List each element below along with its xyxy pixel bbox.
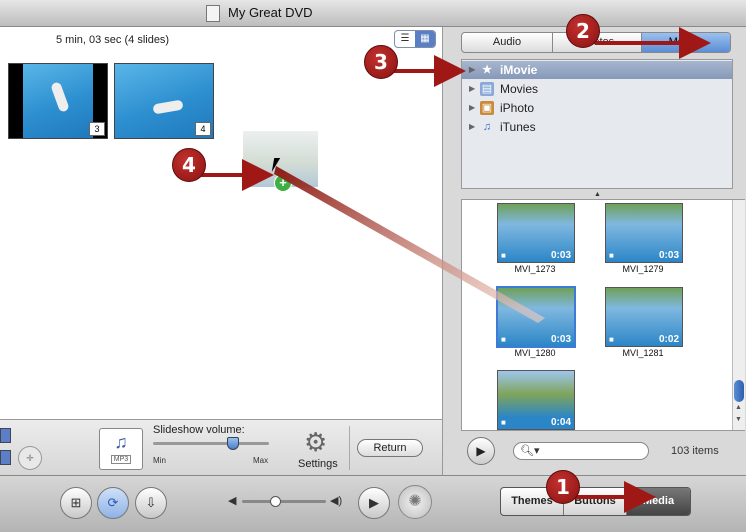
title-bar: My Great DVD (0, 0, 746, 27)
source-label: iTunes (500, 120, 536, 134)
callout-badge: 3 (364, 45, 398, 79)
disclosure-triangle-icon[interactable]: ▶ (469, 80, 475, 98)
play-preview-button[interactable]: ▶ (467, 437, 495, 465)
scroll-down-arrow-icon[interactable]: ▼ (735, 416, 742, 423)
pane-tabs[interactable]: Themes Buttons Media (500, 487, 691, 516)
star-icon: ★ (482, 64, 492, 76)
clip-name: MVI_1281 (622, 348, 664, 358)
menu-map-button[interactable]: ⊞ (60, 487, 92, 519)
movies-tab[interactable]: Movies (642, 33, 730, 52)
speaker-low-icon: ◀ (228, 495, 237, 507)
slideshow-controls: ✛ ♫ MP3 Slideshow volume: Min Max ⚙ Sett… (0, 419, 443, 476)
gear-icon[interactable]: ⚙ (304, 427, 327, 458)
media-pane: Audio Photos Movies ▶ ★ iMovie ▶ ▤ Movie… (443, 27, 746, 475)
camera-icon: ■ (501, 418, 506, 427)
slideshow-duration: 5 min, 03 sec (4 slides) (56, 34, 170, 46)
camera-icon: ■ (609, 251, 614, 260)
itunes-icon: ♫ (482, 121, 492, 133)
source-item-itunes[interactable]: ▶ ♫ iTunes (462, 118, 732, 136)
slideshow-volume-slider[interactable] (153, 442, 269, 445)
disclosure-triangle-icon[interactable]: ▶ (469, 99, 475, 117)
tab-media[interactable]: Media (627, 488, 690, 515)
clip-duration: 0:03 (550, 334, 571, 345)
play-button[interactable]: ▶ (358, 487, 390, 519)
callout-badge: 2 (566, 14, 600, 48)
divider (349, 426, 350, 470)
pane-resize-handle[interactable]: ▲ (594, 191, 601, 198)
bottom-toolbar: ⊞ ⟳ ⇩ ◀ ◀) ▶ ✺ Themes Buttons Media (0, 475, 746, 532)
return-button[interactable]: Return (357, 439, 423, 457)
volume-slider-thumb[interactable] (227, 437, 239, 450)
clip-name: MVI_1273 (514, 264, 556, 274)
item-count: 103 items (671, 445, 719, 457)
slide-thumbnail[interactable]: 3 (8, 63, 108, 139)
clip-name: MVI_1279 (622, 264, 664, 274)
grid-view-icon[interactable]: ▦ (415, 31, 435, 47)
burn-icon[interactable]: ✺ (398, 485, 432, 519)
speaker-high-icon: ◀) (330, 495, 343, 507)
slide-number: 4 (195, 122, 211, 136)
document-icon (206, 5, 220, 22)
add-button[interactable]: ⇩ (135, 487, 167, 519)
scrollbar-thumb[interactable] (734, 380, 744, 402)
scroll-up-arrow-icon[interactable]: ▲ (735, 404, 742, 411)
clip-duration: 0:03 (550, 250, 571, 261)
window-title: My Great DVD (228, 5, 313, 20)
list-view-icon[interactable]: ☰ (395, 31, 415, 47)
clip-name: MVI_1280 (514, 348, 556, 358)
audio-tab[interactable]: Audio (462, 33, 553, 52)
master-volume-slider[interactable] (242, 500, 326, 503)
motion-button[interactable]: ⟳ (97, 487, 129, 519)
camera-icon: ■ (609, 335, 614, 344)
slide-thumbnail[interactable]: 4 (114, 63, 214, 139)
source-label: iPhoto (500, 101, 535, 115)
search-input[interactable]: 🔍︎▾ (513, 442, 649, 460)
left-edge-button[interactable] (0, 428, 11, 443)
clip-thumbnail[interactable]: ■ 0:04 (497, 370, 575, 430)
add-plus-icon: + (274, 174, 292, 192)
folder-icon: ▤ (480, 82, 494, 96)
slide-number: 3 (89, 122, 105, 136)
volume-max-label: Max (253, 456, 269, 465)
callout-badge: 1 (546, 470, 580, 504)
slideshow-volume-label: Slideshow volume: (153, 424, 245, 436)
callout-badge: 4 (172, 148, 206, 182)
clip-browser: ■ 0:03 MVI_1273 ■ 0:03 MVI_1279 ■ 0:03 M… (461, 199, 745, 431)
music-note-icon: ♫ (114, 432, 128, 452)
clip-duration: 0:03 (658, 250, 679, 261)
clip-thumbnail[interactable]: ■ 0:02 (605, 287, 683, 347)
pan-control-icon[interactable]: ✛ (18, 446, 42, 470)
settings-label[interactable]: Settings (298, 458, 338, 470)
search-icon: 🔍︎▾ (520, 445, 540, 457)
clip-browser-scrollbar[interactable]: ▲ ▼ (732, 200, 745, 430)
camera-icon: ■ (501, 251, 506, 260)
clip-duration: 0:02 (658, 334, 679, 345)
clip-thumbnail-selected[interactable]: ■ 0:03 (496, 286, 576, 348)
iphoto-icon: ▣ (480, 101, 494, 115)
slideshow-editor: 5 min, 03 sec (4 slides) ☰ ▦ 3 4 (0, 27, 443, 419)
clip-thumbnail[interactable]: ■ 0:03 (497, 203, 575, 263)
source-label: Movies (500, 82, 539, 96)
clip-thumbnail[interactable]: ■ 0:03 (605, 203, 683, 263)
source-item-imovie[interactable]: ▶ ★ iMovie (462, 61, 732, 79)
source-item-movies[interactable]: ▶ ▤ Movies (462, 80, 732, 98)
master-volume-thumb[interactable] (270, 496, 281, 507)
clip-duration: 0:04 (550, 417, 571, 428)
source-list: ▶ ★ iMovie ▶ ▤ Movies ▶ ▣ iPhoto ▶ ♫ iTu… (461, 59, 733, 189)
view-toggle[interactable]: ☰ ▦ (394, 30, 436, 48)
disclosure-triangle-icon[interactable]: ▶ (469, 61, 475, 79)
mp3-label: MP3 (111, 455, 131, 464)
audio-drop-well[interactable]: ♫ MP3 (99, 428, 143, 470)
camera-icon: ■ (501, 335, 506, 344)
source-item-iphoto[interactable]: ▶ ▣ iPhoto (462, 99, 732, 117)
source-label: iMovie (500, 63, 538, 77)
volume-min-label: Min (153, 456, 166, 465)
left-edge-button[interactable] (0, 450, 11, 465)
disclosure-triangle-icon[interactable]: ▶ (469, 118, 475, 136)
